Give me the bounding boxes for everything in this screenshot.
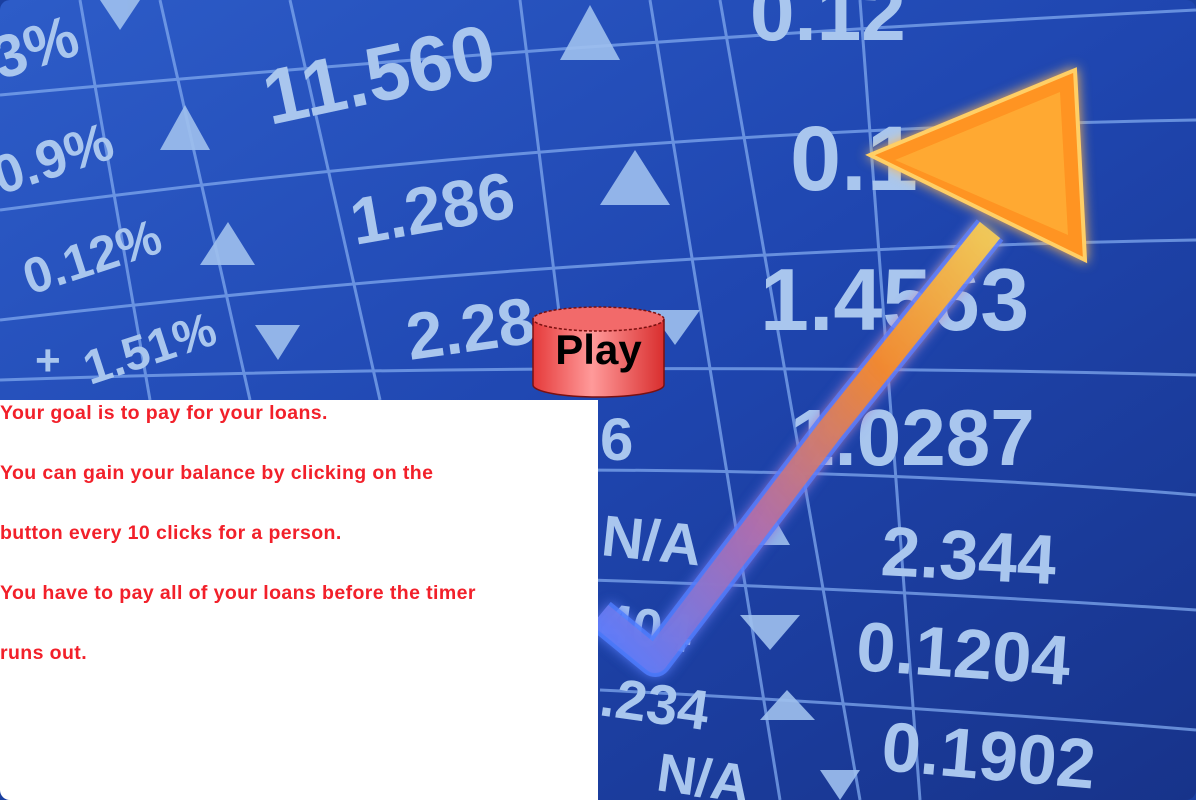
instruction-line: You can gain your balance by clicking on… bbox=[0, 462, 434, 484]
ticker-number: N/A bbox=[599, 503, 705, 578]
ticker-number: 0.1204 bbox=[854, 607, 1073, 700]
ticker-number: 2.344 bbox=[879, 512, 1058, 599]
game-stage: 11.560 1.286 2.28 0.168 1.4563 1.0287 2.… bbox=[0, 0, 1196, 800]
instruction-line: button every 10 clicks for a person. bbox=[0, 522, 342, 544]
play-button[interactable]: Play bbox=[531, 305, 666, 399]
play-button-label: Play bbox=[555, 326, 642, 373]
instructions-panel: Your goal is to pay for your loans. You … bbox=[0, 400, 598, 800]
ticker-number: + bbox=[35, 336, 61, 385]
ticker-number: 6 bbox=[600, 406, 633, 473]
instruction-line: Your goal is to pay for your loans. bbox=[0, 402, 328, 424]
ticker-number: 0.12 bbox=[750, 0, 906, 57]
instruction-line: You have to pay all of your loans before… bbox=[0, 582, 476, 604]
instruction-line: runs out. bbox=[0, 642, 88, 664]
